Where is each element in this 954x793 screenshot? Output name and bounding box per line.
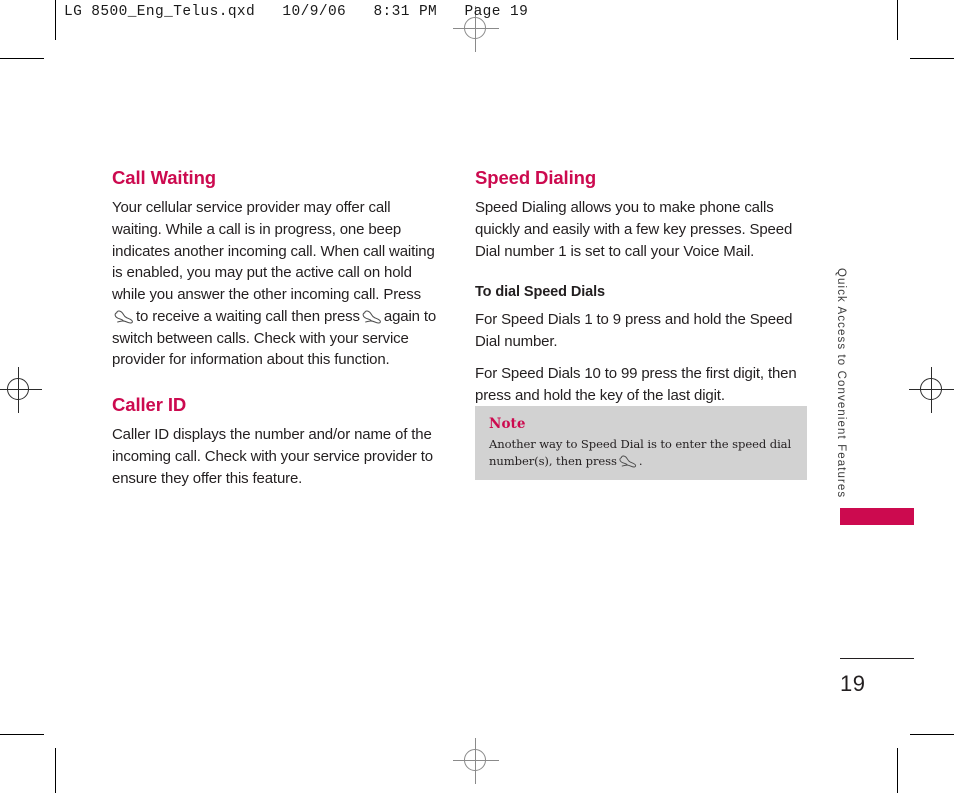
paragraph-speed-dials-1-to-9: For Speed Dials 1 to 9 press and hold th… [475, 311, 793, 351]
crop-mark-top-left-horizontal [0, 58, 44, 59]
left-text-column: Call Waiting Your cellular service provi… [112, 167, 442, 489]
side-tab-chapter-label: Quick Access to Convenient Features [835, 268, 847, 499]
registration-mark-left [0, 367, 42, 413]
subheading-to-dial-speed-dials: To dial Speed Dials [475, 284, 605, 301]
heading-speed-dialing: Speed Dialing [475, 167, 597, 188]
file-slug-header: LG 8500_Eng_Telus.qxd 10/9/06 8:31 PM Pa… [64, 4, 529, 20]
crop-mark-bottom-left-vertical [55, 748, 56, 793]
send-key-icon [619, 455, 637, 468]
call-waiting-text-part-1: Your cellular service provider may offer… [112, 199, 435, 304]
page-number-rule [840, 658, 914, 659]
crop-mark-bottom-right-horizontal [910, 734, 954, 735]
paragraph-speed-dialing-intro: Speed Dialing allows you to make phone c… [475, 199, 793, 260]
heading-call-waiting: Call Waiting [112, 167, 216, 188]
paragraph-speed-dials-10-to-99: For Speed Dials 10 to 99 press the first… [475, 364, 797, 404]
right-text-column: Speed Dialing Speed Dialing allows you t… [475, 167, 807, 406]
send-key-icon [362, 310, 382, 324]
crop-mark-bottom-left-horizontal [0, 734, 44, 735]
note-body-text: Another way to Speed Dial is to enter th… [489, 436, 793, 470]
printed-page-sheet: LG 8500_Eng_Telus.qxd 10/9/06 8:31 PM Pa… [0, 0, 954, 793]
page-number: 19 [840, 671, 866, 696]
paragraph-caller-id: Caller ID displays the number and/or nam… [112, 426, 433, 487]
registration-mark-right [909, 367, 954, 413]
note-text-part-2: . [638, 454, 643, 468]
paragraph-call-waiting: Your cellular service provider may offer… [112, 197, 442, 371]
note-callout-box: Note Another way to Speed Dial is to ent… [475, 406, 807, 480]
heading-caller-id: Caller ID [112, 393, 187, 415]
trim-rule-left [55, 0, 56, 40]
call-waiting-text-part-2: to receive a waiting call then press [136, 307, 360, 325]
registration-mark-bottom [453, 738, 499, 784]
note-title: Note [489, 416, 526, 432]
crop-mark-bottom-right-vertical [897, 748, 898, 793]
send-key-icon [114, 310, 134, 324]
trim-rule-right [897, 0, 898, 40]
crop-mark-top-right-horizontal [910, 58, 954, 59]
side-tab-color-bar [840, 508, 914, 525]
